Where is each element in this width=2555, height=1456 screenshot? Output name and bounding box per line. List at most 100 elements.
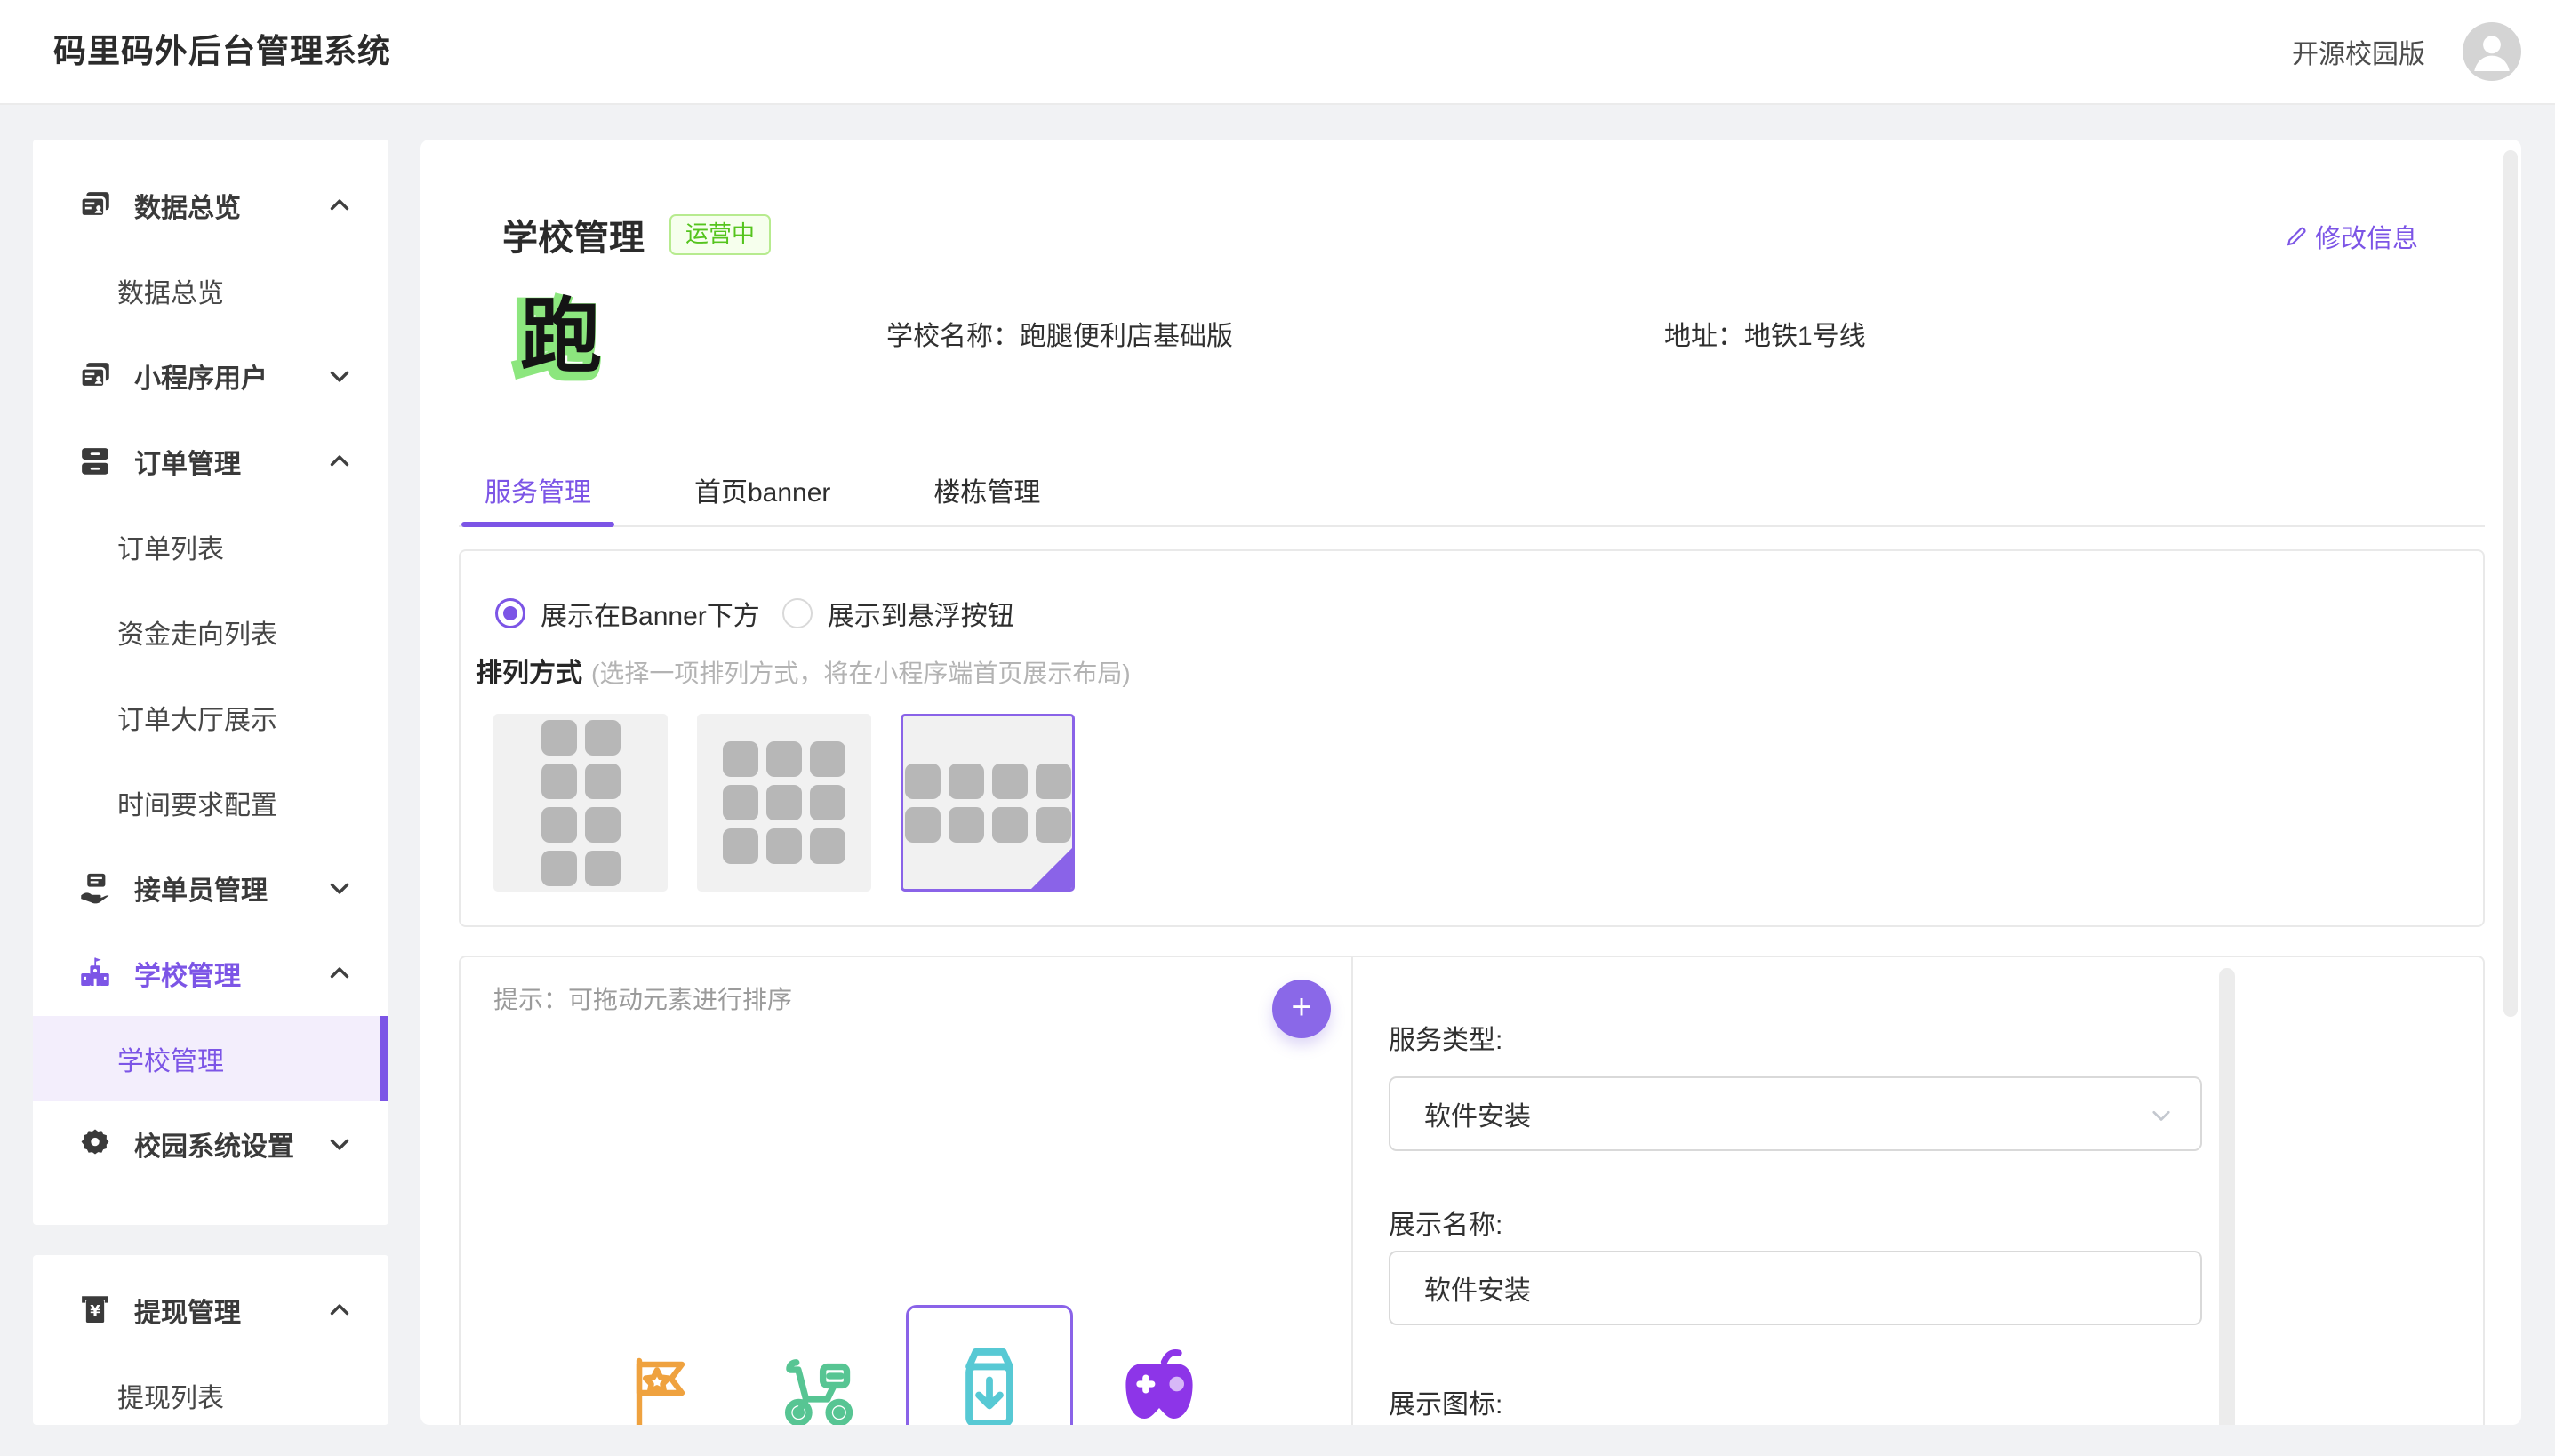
main-content: 学校管理 运营中 修改信息 跑 跑 学校名称：跑腿便利店基础版 地址：地铁1号线…	[420, 140, 2521, 1425]
sidebar-item-fund-flow-list[interactable]: 资金走向列表	[33, 589, 388, 675]
user-avatar[interactable]	[2463, 22, 2521, 81]
sidebar-item-label: 接单员管理	[134, 868, 268, 908]
chevron-down-icon	[324, 361, 355, 391]
sidebar-item-label: 小程序用户	[134, 356, 268, 396]
school-logo: 跑 跑	[520, 292, 609, 381]
radio-label: 展示在Banner下方	[541, 594, 760, 633]
sidebar-item-withdraw-list[interactable]: 提现列表	[33, 1353, 388, 1425]
display-position-radios: 展示在Banner下方 展示到悬浮按钮	[495, 594, 1014, 633]
sidebar-item-data-overview[interactable]: 数据总览	[33, 163, 388, 248]
gear-icon	[76, 1124, 115, 1164]
sidebar-item-label: 订单管理	[134, 442, 241, 481]
package-icon-selected[interactable]	[906, 1305, 1073, 1425]
display-name-label: 展示名称:	[1389, 1203, 1502, 1242]
edition-label: 开源校园版	[2292, 32, 2425, 71]
sidebar-withdraw-section: ¥ 提现管理 提现列表	[33, 1255, 388, 1425]
chevron-up-icon	[324, 958, 355, 988]
school-building-icon	[76, 954, 115, 993]
display-name-value: 软件安装	[1424, 1268, 1531, 1308]
scooter-icon[interactable]	[772, 1338, 864, 1425]
sidebar-item-label: 订单大厅展示	[117, 698, 277, 737]
sidebar-item-label: 学校管理	[117, 1039, 224, 1078]
gamepad-icon[interactable]	[1110, 1331, 1208, 1425]
sidebar-item-label: 学校管理	[134, 954, 241, 993]
sidebar-item-time-requirement-config[interactable]: 时间要求配置	[33, 760, 388, 845]
chevron-down-icon	[2145, 1100, 2177, 1139]
sidebar-item-label: 资金走向列表	[117, 612, 277, 652]
app-header: 码里码外后台管理系统 开源校园版	[0, 0, 2555, 105]
page-title-row: 学校管理 运营中	[502, 209, 771, 260]
main-scrollbar[interactable]	[2503, 150, 2518, 1017]
chevron-up-icon	[324, 446, 355, 476]
radio-floating-button[interactable]	[782, 598, 813, 628]
tab-building-management[interactable]: 楼栋管理	[910, 470, 1063, 527]
chevron-up-icon	[324, 1295, 355, 1325]
sidebar-item-label: 订单列表	[117, 527, 224, 566]
flag-icon[interactable]	[618, 1340, 703, 1425]
sidebar-item-order-hall-display[interactable]: 订单大厅展示	[33, 675, 388, 760]
sidebar-item-withdraw-management[interactable]: ¥ 提现管理	[33, 1268, 388, 1353]
edit-info-link[interactable]: 修改信息	[2283, 218, 2418, 255]
display-icon-label: 展示图标:	[1389, 1382, 1502, 1421]
sidebar-item-label: 时间要求配置	[117, 783, 277, 822]
sidebar-item-label: 数据总览	[134, 186, 241, 225]
header-right: 开源校园版	[2292, 0, 2521, 103]
sidebar-item-order-list[interactable]: 订单列表	[33, 504, 388, 589]
edit-info-label: 修改信息	[2315, 218, 2418, 255]
school-name: 学校名称：跑腿便利店基础版	[886, 314, 1233, 353]
chevron-up-icon	[324, 190, 355, 220]
page-title: 学校管理	[502, 209, 645, 260]
arrange-note: (选择一项排列方式，将在小程序端首页展示布局)	[591, 654, 1131, 690]
sidebar-item-label: 校园系统设置	[134, 1124, 294, 1164]
withdraw-icon: ¥	[76, 1291, 115, 1330]
panel-divider	[1351, 957, 1353, 1425]
app-title: 码里码外后台管理系统	[53, 0, 391, 103]
chevron-down-icon	[324, 1129, 355, 1159]
service-type-value: 软件安装	[1424, 1094, 1531, 1133]
pencil-icon	[2283, 223, 2310, 250]
arrange-heading: 排列方式 (选择一项排列方式，将在小程序端首页展示布局)	[476, 651, 1131, 690]
add-service-button[interactable]: +	[1272, 980, 1331, 1038]
display-options-panel: 展示在Banner下方 展示到悬浮按钮 排列方式 (选择一项排列方式，将在小程序…	[459, 549, 2485, 927]
layout-option-3x3[interactable]	[697, 714, 871, 892]
sidebar-item-label: 提现管理	[134, 1291, 241, 1330]
service-type-select[interactable]: 软件安装	[1389, 1076, 2202, 1151]
id-card-icon	[76, 186, 115, 225]
hand-document-icon	[76, 868, 115, 908]
chevron-down-icon	[324, 873, 355, 903]
tab-service-management[interactable]: 服务管理	[461, 470, 614, 527]
tab-home-banner[interactable]: 首页banner	[671, 470, 853, 527]
arrange-title: 排列方式	[476, 651, 582, 690]
sidebar: 数据总览 数据总览 小程序用户 订单管理 订单列表 资金走向列表	[33, 140, 388, 1225]
radio-label: 展示到悬浮按钮	[828, 594, 1014, 633]
sidebar-item-campus-system-settings[interactable]: 校园系统设置	[33, 1101, 388, 1187]
sidebar-item-order-taker-management[interactable]: 接单员管理	[33, 845, 388, 931]
tab-bar: 服务管理 首页banner 楼栋管理	[459, 470, 2485, 527]
id-card-icon	[76, 356, 115, 396]
layout-options	[493, 714, 1075, 892]
sidebar-item-miniprogram-users[interactable]: 小程序用户	[33, 333, 388, 419]
radio-banner-below[interactable]	[495, 598, 525, 628]
grid-preview	[723, 741, 845, 864]
person-icon	[2463, 22, 2521, 81]
sidebar-item-school-management[interactable]: 学校管理	[33, 931, 388, 1016]
form-scrollbar[interactable]	[2219, 968, 2235, 1425]
sidebar-item-order-management[interactable]: 订单管理	[33, 419, 388, 504]
package-icon	[941, 1329, 1038, 1425]
sidebar-item-data-overview-sub[interactable]: 数据总览	[33, 248, 388, 333]
drag-hint: 提示：可拖动元素进行排序	[493, 980, 792, 1016]
drawers-icon	[76, 442, 115, 481]
status-badge: 运营中	[669, 214, 771, 254]
school-address: 地址：地铁1号线	[1664, 314, 1866, 353]
grid-preview	[541, 720, 621, 886]
sidebar-item-label: 数据总览	[117, 271, 224, 310]
display-name-input[interactable]: 软件安装	[1389, 1251, 2202, 1325]
svg-text:¥: ¥	[90, 1302, 100, 1319]
sidebar-item-label: 提现列表	[117, 1376, 224, 1415]
service-type-label: 服务类型:	[1389, 1018, 1502, 1057]
layout-option-4x2-selected[interactable]	[901, 714, 1075, 892]
layout-option-2x4[interactable]	[493, 714, 668, 892]
grid-preview	[905, 764, 1071, 843]
sidebar-item-school-management-sub[interactable]: 学校管理	[33, 1016, 388, 1101]
service-editor-panel: 提示：可拖动元素进行排序 +	[459, 956, 2485, 1425]
